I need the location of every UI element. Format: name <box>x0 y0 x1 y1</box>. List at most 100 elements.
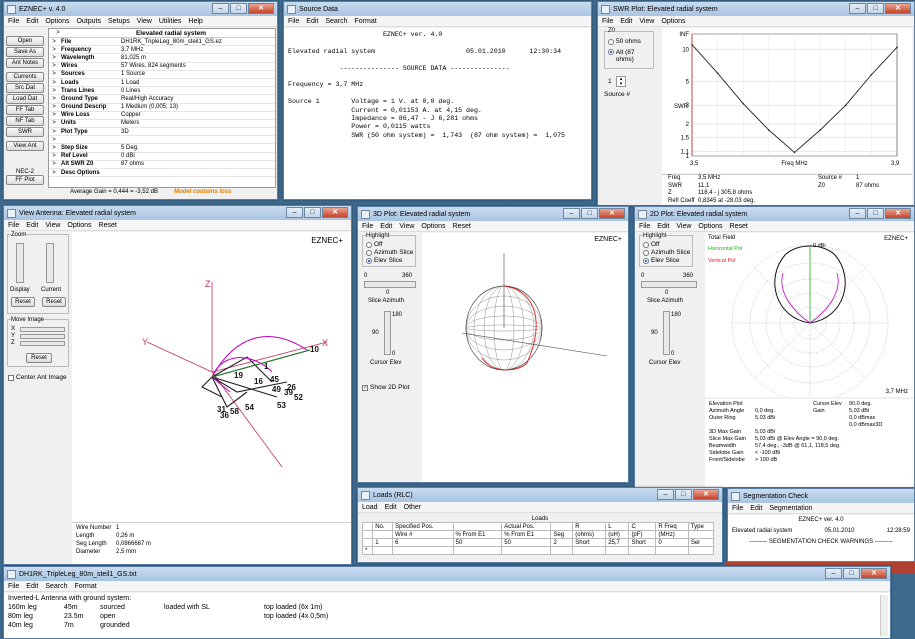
x-move-slider[interactable] <box>20 327 65 332</box>
loads-cell[interactable] <box>628 546 657 555</box>
z0-50-radio[interactable]: 50 ohms <box>608 38 641 45</box>
row-arrow-icon[interactable]: > <box>49 71 59 77</box>
ff-plot-button[interactable]: FF Plot <box>6 175 44 185</box>
main-row[interactable]: > Loads 1 Load <box>49 79 275 88</box>
swr-chart[interactable]: INF105321,51,11SWR3,5 Freq MHz 3,9 <box>662 28 912 173</box>
row-arrow-icon[interactable]: > <box>49 96 59 102</box>
reset-current-button[interactable]: Reset <box>42 297 66 307</box>
menu-edit[interactable]: Edit <box>657 223 669 230</box>
loads-cell[interactable] <box>550 546 574 555</box>
maximize-button[interactable]: □ <box>867 208 884 219</box>
main-row[interactable]: > Ref Level 0 dBi <box>49 153 275 161</box>
menu-edit[interactable]: Edit <box>750 505 762 512</box>
header-arrow-icon[interactable]: > <box>49 30 67 36</box>
text-content[interactable]: Inverted-L Antenna with ground system: 16… <box>4 593 890 638</box>
off-radio[interactable]: Off <box>643 241 660 248</box>
menu-file[interactable]: File <box>362 223 373 230</box>
menu-options[interactable]: Options <box>45 18 69 25</box>
row-arrow-icon[interactable]: > <box>49 112 59 118</box>
main-row[interactable]: > Trans Lines 0 Lines <box>49 87 275 96</box>
main-row[interactable]: > Sources 1 Source <box>49 71 275 79</box>
maximize-button[interactable]: □ <box>304 207 321 218</box>
menu-view[interactable]: View <box>399 223 414 230</box>
menu-file[interactable]: File <box>288 18 299 25</box>
loads-cell[interactable]: 50 <box>501 538 552 547</box>
main-row[interactable]: > Ground Descrip 1 Medium (0,005; 13) <box>49 104 275 112</box>
azimuth-slice-radio[interactable]: Azimuth Slice <box>643 249 690 256</box>
row-arrow-icon[interactable]: > <box>49 47 59 53</box>
menu-edit[interactable]: Edit <box>26 583 38 590</box>
menu-other[interactable]: Other <box>404 504 422 511</box>
maximize-button[interactable]: □ <box>581 208 598 219</box>
maximize-button[interactable]: □ <box>867 3 884 14</box>
cursor-elev-slider[interactable] <box>663 311 670 355</box>
azimuth-slider[interactable] <box>641 281 697 288</box>
plot3d-view[interactable]: EZNEC+ <box>422 233 628 482</box>
text-scrollbar[interactable] <box>880 595 888 636</box>
menu-format[interactable]: Format <box>75 583 97 590</box>
source-spinner[interactable]: ▴ ▾ <box>616 76 626 87</box>
plot2d-title-bar[interactable]: 2D Plot: Elevated radial system ‒ □ ✕ <box>635 207 914 221</box>
close-button[interactable]: ✕ <box>322 207 348 218</box>
loads-new-row[interactable]: * <box>361 546 715 555</box>
menu-file[interactable]: File <box>602 18 613 25</box>
loads-cell[interactable]: Short <box>572 538 607 547</box>
loads-cell[interactable]: 0 <box>655 538 689 547</box>
src-dat-button[interactable]: Src Dat <box>6 83 44 93</box>
menu-file[interactable]: File <box>8 583 19 590</box>
loads-cell[interactable]: Ser <box>687 538 715 547</box>
menu-reset[interactable]: Reset <box>453 223 471 230</box>
nf-tab-button[interactable]: NF Tab <box>6 116 44 126</box>
maximize-button[interactable]: □ <box>675 489 692 500</box>
menu-help[interactable]: Help <box>188 18 202 25</box>
currents-button[interactable]: Currents <box>6 72 44 82</box>
maximize-button[interactable]: □ <box>230 3 247 14</box>
row-arrow-icon[interactable]: > <box>49 161 59 167</box>
reset-move-button[interactable]: Reset <box>26 353 52 363</box>
menu-reset[interactable]: Reset <box>730 223 748 230</box>
save-as-button[interactable]: Save As <box>6 47 44 57</box>
row-arrow-icon[interactable]: > <box>49 170 59 176</box>
plot2d-view[interactable]: Total Field Horizontal Pol Vertical Pol … <box>705 233 914 402</box>
z-move-slider[interactable] <box>20 341 65 346</box>
menu-edit[interactable]: Edit <box>26 222 38 229</box>
menu-edit[interactable]: Edit <box>380 223 392 230</box>
close-button[interactable]: ✕ <box>885 208 911 219</box>
elev-slice-radio[interactable]: Elev Slice <box>643 257 680 264</box>
row-arrow-icon[interactable]: > <box>49 104 59 110</box>
menu-view[interactable]: View <box>137 18 152 25</box>
loads-title-bar[interactable]: Loads (RLC) ‒ □ ✕ <box>358 488 722 502</box>
loads-cell[interactable]: 6 <box>392 538 454 547</box>
main-row[interactable]: > Plot Type 3D <box>49 128 275 137</box>
main-row[interactable]: > File DH1RK_TripleLeg_80m_steil1_GS.ez <box>49 38 275 47</box>
menu-edit[interactable]: Edit <box>26 18 38 25</box>
azimuth-slider[interactable] <box>364 281 416 288</box>
loads-cell[interactable] <box>605 546 630 555</box>
elev-slice-radio[interactable]: Elev Slice <box>366 257 403 264</box>
menu-file[interactable]: File <box>639 223 650 230</box>
loads-cell[interactable] <box>655 546 689 555</box>
main-row[interactable]: > Wavelength 81,025 m <box>49 54 275 63</box>
row-arrow-icon[interactable]: > <box>49 39 59 45</box>
display-zoom-slider[interactable] <box>16 243 24 283</box>
loads-table[interactable]: No. Specified Pos. Actual Pos. R L C R Freq Typ… <box>361 522 715 555</box>
row-arrow-icon[interactable]: > <box>49 145 59 151</box>
loads-cell[interactable] <box>687 546 715 555</box>
row-arrow-icon[interactable]: > <box>49 80 59 86</box>
menu-utilities[interactable]: Utilities <box>159 18 182 25</box>
seg-title-bar[interactable]: Segmentation Check <box>728 489 914 503</box>
ant-notes-button[interactable]: Ant Notes <box>6 58 44 68</box>
loads-cell[interactable] <box>392 546 454 555</box>
loads-cell[interactable] <box>372 546 394 555</box>
menu-view[interactable]: View <box>45 222 60 229</box>
main-row[interactable]: > Units Meters <box>49 120 275 129</box>
open-button[interactable]: Open <box>6 36 44 46</box>
menu-edit[interactable]: Edit <box>306 18 318 25</box>
loads-cell[interactable] <box>361 538 374 547</box>
minimize-button[interactable]: ‒ <box>825 568 842 579</box>
menu-options[interactable]: Options <box>698 223 722 230</box>
menu-load[interactable]: Load <box>362 504 378 511</box>
reset-display-button[interactable]: Reset <box>11 297 35 307</box>
view-title-bar[interactable]: View Antenna: Elevated radial system ‒ □ ✕ <box>4 206 351 220</box>
main-row[interactable]: > Ground Type Real/High Accuracy <box>49 95 275 104</box>
